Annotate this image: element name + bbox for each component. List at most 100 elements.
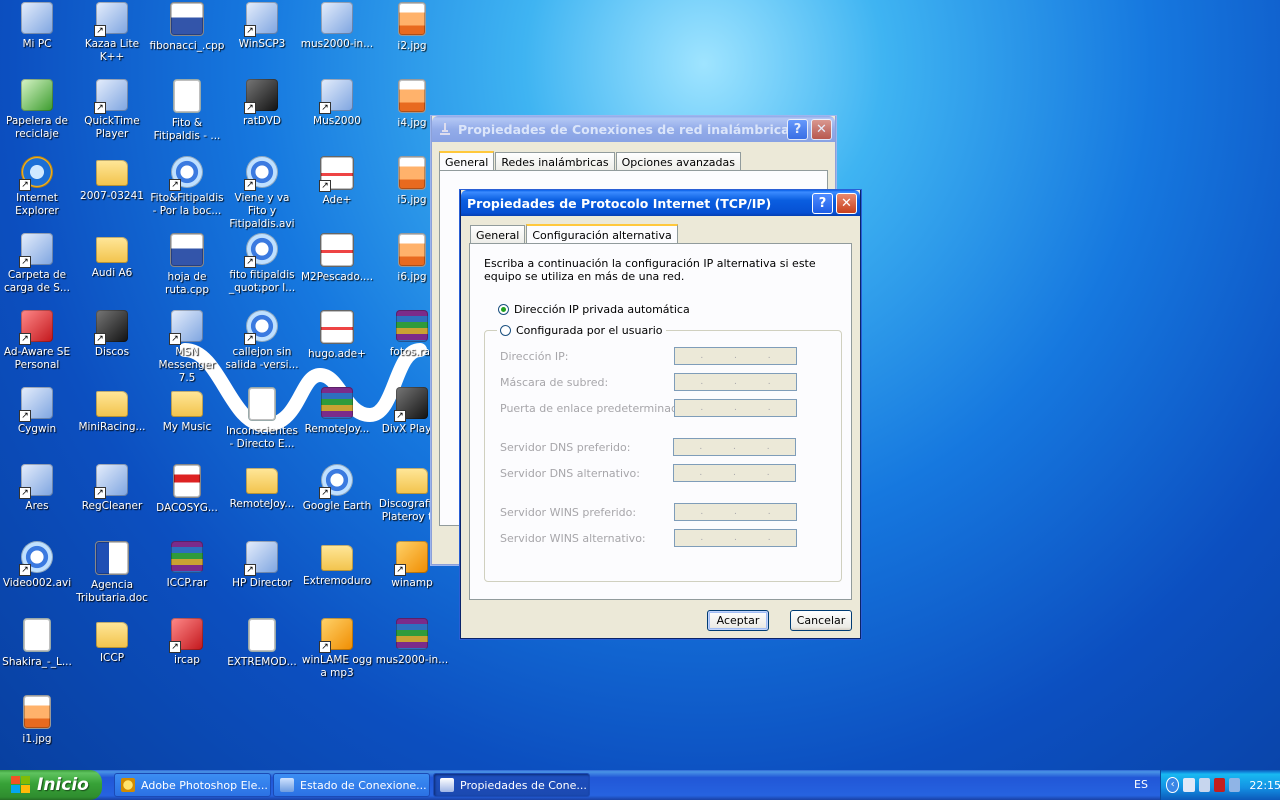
- desktop-icon[interactable]: winLAME ogg a mp3: [299, 618, 375, 680]
- audio-file-icon: [23, 618, 51, 652]
- desktop-icon-label: MiniRacing...: [78, 421, 146, 433]
- desktop-icon[interactable]: Fito & Fitipaldis - ...: [149, 79, 225, 143]
- rar-file-icon: [321, 387, 353, 419]
- desktop-icon[interactable]: Viene y va Fito y Fitipaldis.avi: [224, 156, 300, 231]
- desktop-icon[interactable]: ratDVD: [224, 79, 300, 128]
- desktop-icon[interactable]: 2007-03241: [74, 156, 150, 203]
- taskbar-button-connection-properties[interactable]: Propiedades de Cone...: [433, 773, 590, 797]
- alternate-dns-label: Servidor DNS alternativo:: [500, 467, 640, 480]
- clock[interactable]: 22:15: [1249, 779, 1280, 792]
- titlebar[interactable]: Propiedades de Conexiones de red inalámb…: [432, 116, 835, 142]
- desktop-icon[interactable]: MSN Messenger 7.5: [149, 310, 225, 385]
- tcpip-properties-dialog[interactable]: Propiedades de Protocolo Internet (TCP/I…: [460, 190, 861, 639]
- desktop-icon[interactable]: Ares: [0, 464, 75, 513]
- antivirus-icon[interactable]: [1213, 778, 1226, 792]
- desktop-icon[interactable]: Papelera de reciclaje: [0, 79, 75, 141]
- image-file-icon: [398, 2, 426, 36]
- desktop-icon[interactable]: hoja de ruta.cpp: [149, 233, 225, 297]
- desktop-icon[interactable]: Cygwin: [0, 387, 75, 436]
- preferred-dns-field: ...: [673, 438, 796, 456]
- rar-file-icon: [171, 541, 203, 573]
- video-file-icon: [19, 541, 53, 576]
- taskbar-button-photoshop[interactable]: Adobe Photoshop Ele...: [114, 773, 271, 797]
- desktop-icon[interactable]: hugo.ade+: [299, 310, 375, 361]
- desktop-icon-label: My Music: [162, 421, 212, 433]
- help-button[interactable]: ?: [812, 192, 833, 214]
- taskbar-button-connection-status[interactable]: Estado de Conexione...: [273, 773, 430, 797]
- desktop-icon[interactable]: mus2000-in...: [299, 2, 375, 51]
- pdf-file-icon: [173, 464, 201, 498]
- desktop-icon[interactable]: ICCP: [74, 618, 150, 665]
- desktop-icon[interactable]: DACOSYG...: [149, 464, 225, 515]
- cancel-button[interactable]: Cancelar: [790, 610, 852, 631]
- desktop-icon[interactable]: My Music: [149, 387, 225, 434]
- tray-expand-icon[interactable]: ‹: [1166, 777, 1180, 793]
- desktop-icon[interactable]: Internet Explorer: [0, 156, 75, 218]
- desktop-icon[interactable]: Fito&Fitipaldis - Por la boc...: [149, 156, 225, 218]
- desktop-icon[interactable]: RemoteJoy...: [299, 387, 375, 436]
- folder-icon: [396, 468, 428, 494]
- desktop-icon[interactable]: Video002.avi: [0, 541, 75, 590]
- desktop-icon[interactable]: M2Pescado....: [299, 233, 375, 284]
- desktop-icon-label: callejon sin salida -versi...: [225, 346, 299, 371]
- desktop-icon[interactable]: RemoteJoy...: [224, 464, 300, 511]
- hp-director-icon: [244, 541, 278, 576]
- desktop-icon[interactable]: fito fitipaldis _quot;por l...: [224, 233, 300, 295]
- photoshop-icon: [121, 778, 135, 792]
- desktop-icon[interactable]: WinSCP3: [224, 2, 300, 51]
- video-file-icon: [169, 156, 203, 191]
- desktop-icon[interactable]: MiniRacing...: [74, 387, 150, 434]
- desktop-icon-label: WinSCP3: [238, 38, 286, 50]
- computer-icon: [21, 2, 53, 34]
- messenger-tray-icon[interactable]: [1229, 778, 1241, 792]
- desktop-icon[interactable]: fibonacci_.cpp: [149, 2, 225, 53]
- tab-general[interactable]: General: [470, 225, 526, 245]
- tab-wireless-networks[interactable]: Redes inalámbricas: [495, 152, 615, 172]
- desktop-icon[interactable]: Mus2000: [299, 79, 375, 128]
- radio-user-configured[interactable]: Configurada por el usuario: [497, 324, 666, 337]
- desktop-icon-label: i2.jpg: [397, 40, 427, 52]
- desktop-icon[interactable]: Shakira_-_L...: [0, 618, 75, 669]
- desktop-icon[interactable]: Discos: [74, 310, 150, 359]
- close-button[interactable]: ✕: [811, 118, 832, 140]
- language-indicator[interactable]: ES: [1134, 778, 1148, 791]
- ok-button[interactable]: Aceptar: [707, 610, 769, 631]
- desktop-icon[interactable]: Extremoduro: [299, 541, 375, 588]
- desktop-icon[interactable]: ICCP.rar: [149, 541, 225, 590]
- desktop-icon-label: fito fitipaldis _quot;por l...: [228, 269, 296, 294]
- close-button[interactable]: ✕: [836, 192, 857, 214]
- network-tray-icon[interactable]: [1183, 778, 1195, 792]
- tab-advanced-options[interactable]: Opciones avanzadas: [615, 152, 741, 172]
- desktop-icon[interactable]: ircap: [149, 618, 225, 667]
- desktop-icon[interactable]: mus2000-in...: [374, 618, 450, 667]
- speaker-icon[interactable]: [1198, 778, 1210, 792]
- ip-address-field: ...: [674, 347, 797, 365]
- desktop-icon[interactable]: EXTREMOD...: [224, 618, 300, 669]
- desktop-icon[interactable]: RegCleaner: [74, 464, 150, 513]
- desktop-icon[interactable]: Agencia Tributaria.doc: [74, 541, 150, 605]
- radio-button-checked[interactable]: [498, 304, 509, 315]
- desktop-icon[interactable]: HP Director: [224, 541, 300, 590]
- start-button[interactable]: Inicio: [0, 770, 102, 800]
- desktop-icon[interactable]: callejon sin salida -versi...: [224, 310, 300, 372]
- desktop-icon[interactable]: QuickTime Player: [74, 79, 150, 141]
- desktop-icon[interactable]: Mi PC: [0, 2, 75, 51]
- desktop-icon[interactable]: Inconscientes - Directo E...: [224, 387, 300, 451]
- desktop-icon[interactable]: Carpeta de carga de S...: [0, 233, 75, 295]
- dialog-title: Propiedades de Protocolo Internet (TCP/I…: [467, 195, 772, 211]
- help-button[interactable]: ?: [787, 118, 808, 140]
- radio-button-unchecked[interactable]: [500, 325, 511, 336]
- desktop-icon[interactable]: Ad-Aware SE Personal: [0, 310, 75, 372]
- folder-icon: [96, 160, 128, 186]
- radio-automatic-private-ip[interactable]: Dirección IP privada automática: [498, 303, 690, 316]
- desktop-icon[interactable]: Google Earth: [299, 464, 375, 513]
- titlebar[interactable]: Propiedades de Protocolo Internet (TCP/I…: [461, 190, 860, 216]
- desktop-icon-label: i1.jpg: [22, 733, 52, 745]
- desktop-icon[interactable]: i1.jpg: [0, 695, 75, 746]
- ade-file-icon: [320, 310, 354, 344]
- desktop-icon[interactable]: Kazaa Lite K++: [74, 2, 150, 64]
- desktop-icon[interactable]: Ade+: [299, 156, 375, 207]
- desktop-icon[interactable]: i2.jpg: [374, 2, 450, 53]
- desktop-icon[interactable]: Audi A6: [74, 233, 150, 280]
- desktop-icon-label: Mi PC: [22, 38, 52, 50]
